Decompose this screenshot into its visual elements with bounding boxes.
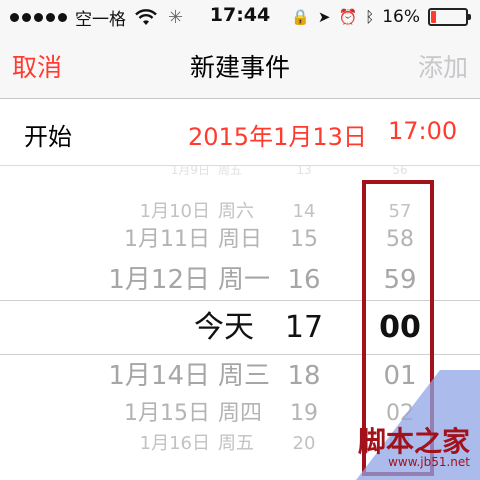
picker-weekday[interactable]: 周三	[218, 363, 270, 389]
location-arrow-icon: ➤	[317, 8, 331, 26]
picker-hour[interactable]: 14	[276, 203, 332, 221]
battery-percent: 16%	[382, 7, 420, 27]
bluetooth-icon: ᛒ	[365, 8, 375, 26]
watermark-logo-text: 脚本之家	[357, 425, 470, 458]
battery-icon	[428, 8, 471, 26]
picker-hour[interactable]: 13	[276, 166, 332, 176]
picker-weekday[interactable]: 周五	[218, 166, 242, 176]
watermark-url: www.jb51.net	[388, 455, 470, 469]
navigation-bar: 取消 新建事件 添加	[0, 34, 480, 99]
status-right: 🔒 ➤ ⏰ ᛒ 16%	[291, 6, 471, 28]
picker-date[interactable]: 1月15日	[0, 403, 210, 425]
picker-date[interactable]: 1月12日	[0, 267, 210, 293]
picker-date[interactable]: 1月9日	[0, 166, 210, 176]
picker-weekday[interactable]: 周四	[218, 403, 262, 425]
status-bar: 空一格 ✳ 17:44 🔒 ➤ ⏰ ᛒ 16%	[0, 0, 480, 34]
picker-weekday[interactable]: 周六	[218, 203, 254, 221]
alarm-icon: ⏰	[338, 8, 358, 26]
page-title: 新建事件	[189, 53, 290, 82]
start-date-value: 2015年1月13日	[188, 123, 367, 151]
picker-hour-selected[interactable]: 17	[276, 313, 332, 343]
picker-date[interactable]: 1月11日	[0, 229, 210, 251]
start-row[interactable]: 开始 2015年1月13日 17:00	[0, 99, 480, 166]
picker-weekday[interactable]: 周一	[218, 267, 270, 293]
picker-hour[interactable]: 20	[276, 435, 332, 453]
picker-hour[interactable]: 16	[276, 267, 332, 293]
picker-hour[interactable]: 15	[276, 229, 332, 251]
picker-date[interactable]: 1月14日	[0, 363, 210, 389]
add-button[interactable]: 添加	[418, 48, 468, 84]
picker-weekday[interactable]: 周五	[218, 435, 254, 453]
rotation-lock-icon: 🔒	[291, 8, 310, 26]
picker-date[interactable]: 1月16日	[0, 435, 210, 453]
start-time-value: 17:00	[388, 117, 458, 145]
picker-minute[interactable]: 56	[372, 166, 428, 176]
picker-date-selected[interactable]: 今天	[0, 313, 254, 343]
battery-level	[431, 11, 436, 23]
picker-date[interactable]: 1月10日	[0, 203, 210, 221]
start-label: 开始	[24, 123, 72, 151]
picker-weekday[interactable]: 周日	[218, 229, 262, 251]
picker-hour[interactable]: 19	[276, 403, 332, 425]
picker-hour[interactable]: 18	[276, 363, 332, 389]
